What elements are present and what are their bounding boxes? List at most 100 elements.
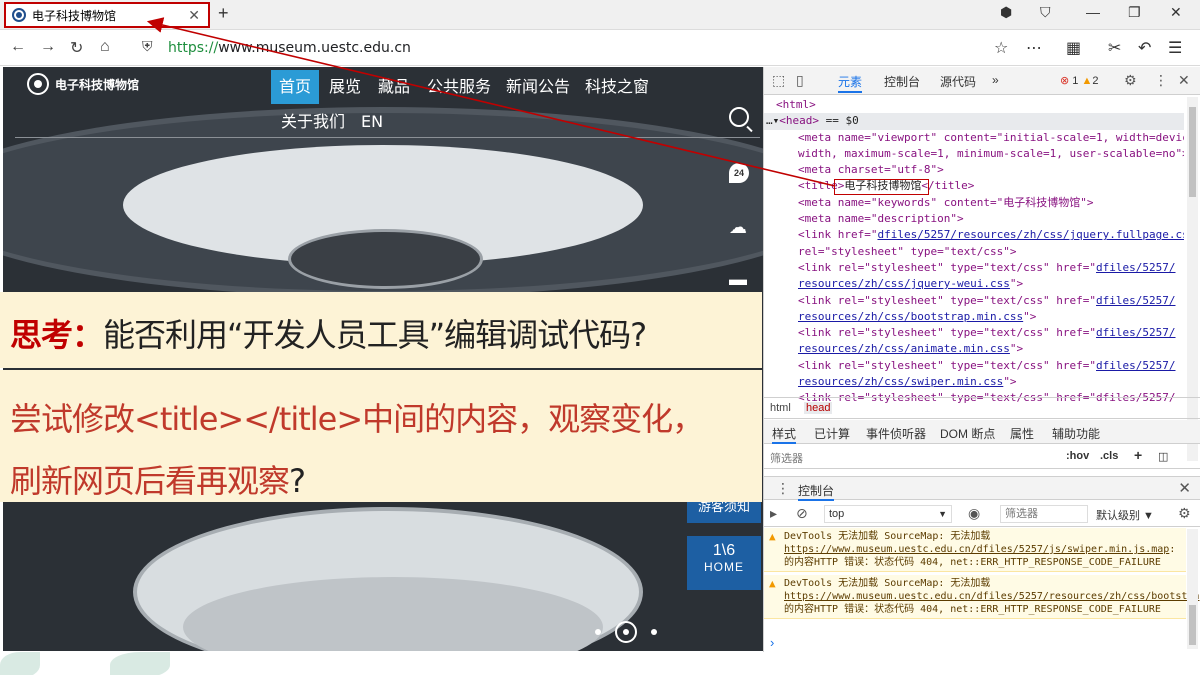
dom-node[interactable]: <html> [764,97,1184,113]
close-drawer-icon[interactable]: ✕ [1178,479,1191,497]
console-scrollbar[interactable] [1187,529,1198,649]
dom-node-title[interactable]: <title>电子科技博物馆</title> [764,178,1184,196]
nav-item-public-services[interactable]: 公共服务 [419,70,499,104]
wechat-icon[interactable]: ☁ [729,217,747,238]
context-select[interactable]: top ▼ [824,505,952,523]
add-rule-icon[interactable]: + [1134,447,1142,463]
search-icon[interactable] [729,107,749,127]
link-dir[interactable]: dfiles/5257/ [1096,359,1175,372]
more-dots-icon[interactable]: ⋯ [1026,38,1042,58]
link-file[interactable]: resources/zh/css/jquery-weui.css [798,277,1010,290]
devtools-menu-icon[interactable]: ⋮ [1154,72,1168,89]
nav-item-home[interactable]: 首页 [271,70,320,104]
museum-logo[interactable]: 电子科技博物馆 [27,73,139,95]
security-shield-icon[interactable]: ⛨ [142,38,153,55]
new-tab-icon[interactable]: + [218,3,229,24]
tab-event-listeners[interactable]: 事件侦听器 [866,425,926,442]
link-dir[interactable]: dfiles/5257/ [1096,261,1175,274]
dom-node[interactable]: <meta name="viewport" content="initial-s… [764,130,1184,146]
scrollbar-thumb[interactable] [1189,107,1196,197]
tab-properties[interactable]: 属性 [1010,425,1034,442]
sidebar-toggle-icon[interactable]: ▸ [770,505,777,522]
link-file[interactable]: resources/zh/css/bootstrap.min.css [798,310,1023,323]
tab-accessibility[interactable]: 辅助功能 [1052,425,1100,442]
link-file[interactable]: resources/zh/css/swiper.min.css [798,375,1003,388]
link-href[interactable]: dfiles/5257/resources/zh/css/jquery.full… [877,228,1184,241]
clear-console-icon[interactable]: ⊘ [796,505,808,522]
tab-computed[interactable]: 已计算 [814,425,850,442]
home-icon[interactable]: ⌂ [100,38,110,56]
dom-node[interactable]: <link rel="stylesheet" type="text/css" h… [764,293,1184,309]
extension-shield-icon[interactable]: ⬢ [1000,4,1012,21]
dom-node-selected[interactable]: …▾<head> == $0 [764,113,1184,130]
dom-node[interactable]: <link rel="stylesheet" type="text/css" h… [764,325,1184,341]
slide-dot[interactable] [651,629,657,635]
settings-gear-icon[interactable]: ⚙ [1124,72,1137,89]
undo-icon[interactable]: ↶ [1138,38,1151,58]
restore-icon[interactable]: ❐ [1128,4,1141,21]
nav-item-en[interactable]: EN [353,105,391,139]
warning-link[interactable]: https://www.museum.uestc.edu.cn/dfiles/5… [784,591,1200,602]
more-tabs-button[interactable]: » [992,73,999,87]
styles-filter-input[interactable]: 筛选器 [770,450,803,466]
drawer-menu-icon[interactable]: ⋮ [776,480,790,497]
map-pin-icon[interactable]: 24 [729,163,749,183]
dom-node[interactable]: <link href="dfiles/5257/resources/zh/css… [764,227,1184,243]
eye-icon[interactable]: ◉ [968,505,980,522]
nav-item-collections[interactable]: 藏品 [370,70,418,104]
browser-tab[interactable]: 电子科技博物馆 ✕ [4,2,210,28]
back-icon[interactable]: ← [10,38,26,56]
dom-node-cont: width, maximum-scale=1, minimum-scale=1,… [798,146,1184,160]
breadcrumb-head[interactable]: head [804,402,833,414]
dom-node[interactable]: <meta charset="utf-8"> [764,162,1184,178]
tab-sources[interactable]: 源代码 [940,73,976,90]
nav-item-about[interactable]: 关于我们 [273,105,353,139]
drawer-tab-console[interactable]: 控制台 [798,482,835,501]
home-slide-button[interactable]: 1\6 HOME [687,536,761,590]
menu-icon[interactable]: ☰ [1168,38,1182,58]
dom-node[interactable]: <link rel="stylesheet" type="text/css" h… [764,358,1184,374]
nav-item-news[interactable]: 新闻公告 [498,70,578,104]
cls-toggle[interactable]: .cls [1100,450,1118,462]
dom-node[interactable]: <link rel="stylesheet" type="text/css" h… [764,260,1184,276]
bookmark-star-icon[interactable]: ☆ [994,38,1008,58]
inspect-element-icon[interactable]: ⬚ [772,72,785,89]
reload-icon[interactable]: ↻ [70,38,83,58]
tab-console[interactable]: 控制台 [884,73,920,90]
link-file[interactable]: resources/zh/css/animate.min.css [798,342,1010,355]
tab-styles[interactable]: 样式 [772,425,797,444]
scrollbar-thumb[interactable] [1189,605,1196,645]
nav-item-tech-window[interactable]: 科技之窗 [577,70,657,104]
slide-footer [0,652,1200,675]
console-settings-icon[interactable]: ⚙ [1178,505,1191,522]
close-tab-icon[interactable]: ✕ [188,7,200,24]
hov-toggle[interactable]: :hov [1066,450,1089,462]
console-filter-input[interactable]: 筛选器 [1000,505,1088,523]
issue-counter[interactable]: ⊗ 1 ▲2 [1060,74,1098,87]
tab-elements[interactable]: 元素 [838,73,863,93]
chat-bubble-icon[interactable]: ▬ [729,269,747,290]
breadcrumb-html[interactable]: html [770,402,791,414]
dom-node[interactable]: <meta name="description"> [764,211,1184,227]
toggle-sidebar-icon[interactable]: ◫ [1158,450,1168,463]
link-dir[interactable]: dfiles/5257/ [1096,326,1175,339]
scissors-icon[interactable]: ✂ [1108,38,1121,58]
device-toggle-icon[interactable]: ▯ [796,72,804,89]
shirt-theme-icon[interactable]: ⛉ [1040,4,1051,21]
warning-link[interactable]: https://www.museum.uestc.edu.cn/dfiles/5… [784,544,1169,555]
slide-dot-active[interactable] [615,621,637,643]
minimize-icon[interactable]: — [1086,4,1100,20]
forward-icon[interactable]: → [40,38,56,56]
tab-dom-breakpoints[interactable]: DOM 断点 [940,425,995,442]
url-field[interactable]: https://www.museum.uestc.edu.cn [168,40,411,56]
dom-node[interactable]: <meta name="keywords" content="电子科技博物馆"> [764,195,1184,211]
link-dir[interactable]: dfiles/5257/ [1096,294,1175,307]
slide-dot[interactable] [595,629,601,635]
nav-item-exhibitions[interactable]: 展览 [321,70,369,104]
log-level-select[interactable]: 默认级别 ▼ [1096,507,1154,523]
close-window-icon[interactable]: ✕ [1170,4,1182,21]
devtools-close-icon[interactable]: ✕ [1178,72,1190,89]
apps-grid-icon[interactable]: ▦ [1066,38,1081,58]
dom-node-cont: rel="stylesheet" type="text/css"> [798,244,1017,258]
console-prompt[interactable]: › [770,635,774,650]
